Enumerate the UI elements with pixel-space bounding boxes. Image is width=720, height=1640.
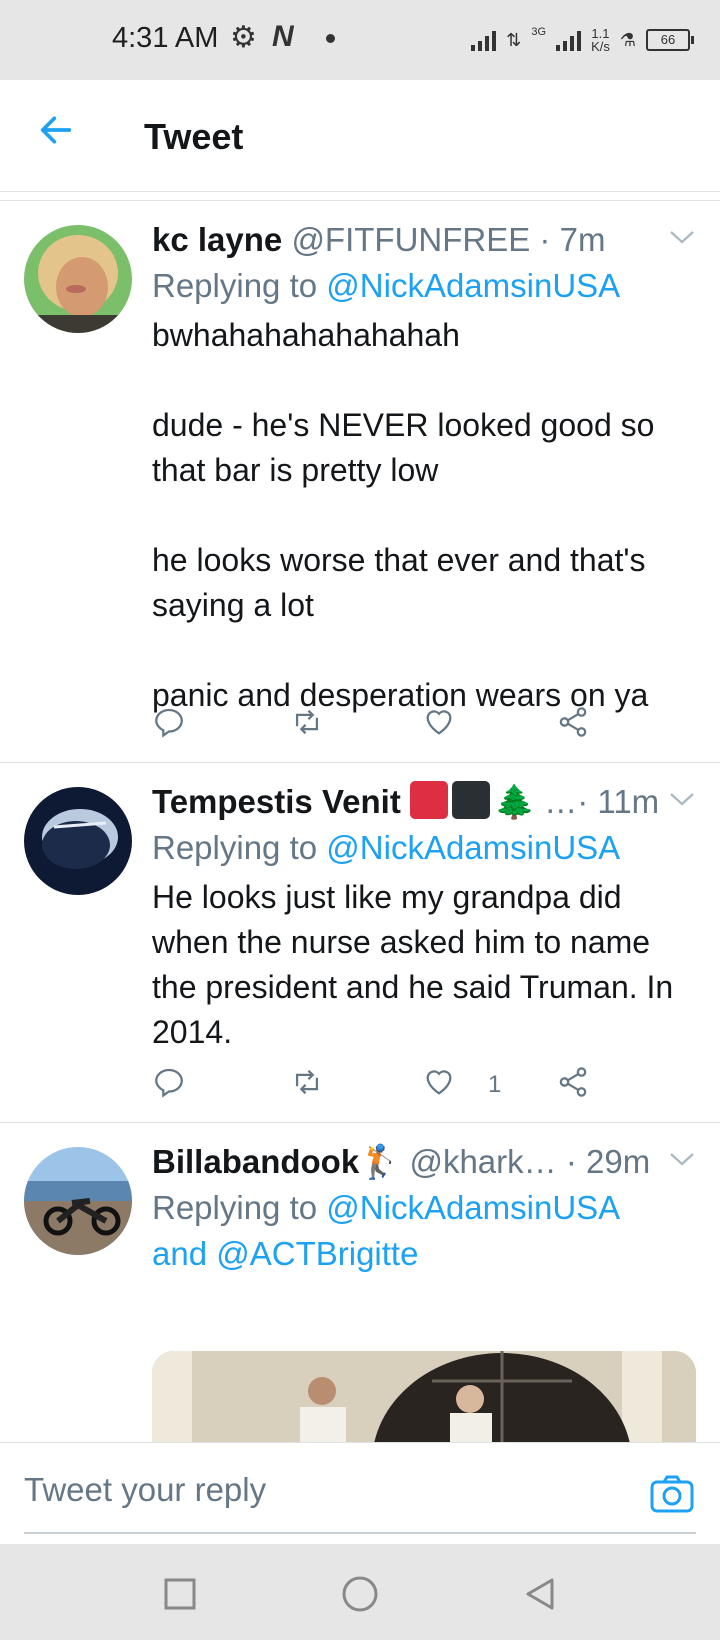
tweet-text: He looks just like my grandpa did when t…	[152, 879, 683, 1050]
tweet-time: 29m	[585, 1143, 651, 1180]
heart-icon[interactable]	[422, 705, 462, 745]
status-bar: 4:31 AM ⚙ N ⇅ 3G 1.1 K/s ⚗ 66	[0, 0, 720, 80]
app-header: Tweet	[0, 80, 720, 192]
circle-icon[interactable]	[340, 1574, 380, 1614]
tweet-text: bwhahahahahahahah dude - he's NEVER look…	[152, 317, 655, 713]
battery-icon: 66	[646, 29, 694, 51]
black-square-emoji	[451, 781, 490, 819]
status-right: ⇅ 3G 1.1 K/s ⚗ 66	[471, 20, 694, 60]
system-nav-bar	[0, 1544, 720, 1640]
tweet-body: kc layne @FITFUNFREE · 7m Replying to @N…	[152, 217, 686, 718]
tweet-media-image[interactable]	[152, 1351, 696, 1442]
and-label: and	[152, 1235, 208, 1272]
author-handle: @khark…	[409, 1143, 557, 1180]
author-handle: @FITFUNFREE	[291, 221, 531, 258]
replying-label: Replying to	[152, 829, 318, 866]
signal-2-icon	[556, 29, 582, 51]
camera-icon[interactable]	[650, 1475, 694, 1513]
mention-link-2[interactable]: @ACTBrigitte	[216, 1235, 418, 1272]
replying-to: Replying to @NickAdamsinUSA	[152, 825, 686, 871]
author-handle: …	[544, 783, 578, 820]
chevron-down-icon[interactable]	[668, 1149, 696, 1169]
golfer-emoji: 🏌	[359, 1143, 401, 1180]
signal-icon	[471, 29, 497, 51]
status-time: 4:31 AM	[112, 22, 219, 54]
tweet[interactable]: Billabandook🏌 @khark… · 29m Replying to …	[0, 1123, 720, 1442]
tweet[interactable]: kc layne @FITFUNFREE · 7m Replying to @N…	[0, 201, 720, 763]
tweet-actions	[152, 705, 632, 745]
tweet-header: kc layne @FITFUNFREE · 7m	[152, 217, 686, 263]
tweet[interactable]: Tempestis Venit 🌲 …· 11m Replying to @Ni…	[0, 763, 720, 1123]
retweet-icon[interactable]	[290, 705, 330, 745]
author-name[interactable]: Billabandook	[152, 1143, 359, 1180]
gear-icon: ⚙	[230, 21, 257, 54]
tweet-header: Billabandook🏌 @khark… · 29m	[152, 1139, 686, 1185]
flask-icon: ⚗	[619, 29, 636, 50]
network-type: 3G	[531, 26, 547, 38]
tweet-actions: 1	[152, 1065, 632, 1105]
network-speed: 1.1 K/s	[591, 27, 610, 53]
n-app-icon: N	[272, 20, 294, 53]
share-icon[interactable]	[556, 1065, 596, 1105]
tree-emoji: 🌲	[493, 783, 536, 820]
tweet-time: 7m	[559, 221, 606, 258]
separator: ·	[530, 221, 560, 258]
chevron-down-icon[interactable]	[668, 789, 696, 809]
input-underline	[24, 1532, 696, 1534]
retweet-icon[interactable]	[290, 1065, 330, 1105]
tweet-body: Tempestis Venit 🌲 …· 11m Replying to @Ni…	[152, 779, 686, 1055]
replying-to: Replying to @NickAdamsinUSA and @ACTBrig…	[152, 1185, 686, 1277]
mention-link[interactable]: @NickAdamsinUSA	[326, 267, 620, 304]
tweet-header: Tempestis Venit 🌲 …· 11m	[152, 779, 686, 825]
replying-label: Replying to	[152, 267, 318, 304]
replying-label: Replying to	[152, 1189, 318, 1226]
author-name[interactable]: Tempestis Venit	[152, 783, 401, 820]
tweet-time: 11m	[597, 783, 660, 820]
notification-dot-icon	[326, 34, 335, 43]
avatar[interactable]	[24, 1147, 132, 1255]
arrow-left-icon[interactable]	[36, 110, 76, 150]
separator: ·	[577, 783, 598, 820]
triangle-back-icon[interactable]	[520, 1574, 560, 1614]
share-icon[interactable]	[556, 705, 596, 745]
speed-unit: K/s	[591, 39, 610, 54]
mention-link[interactable]: @NickAdamsinUSA	[326, 829, 620, 866]
heart-icon[interactable]	[422, 1065, 462, 1105]
reply-icon[interactable]	[152, 705, 192, 745]
separator: ·	[556, 1143, 586, 1180]
square-icon[interactable]	[160, 1574, 200, 1614]
chevron-down-icon[interactable]	[668, 227, 696, 247]
data-transfer-icon: ⇅	[506, 29, 522, 50]
tweet-body: Billabandook🏌 @khark… · 29m Replying to …	[152, 1139, 686, 1277]
avatar[interactable]	[24, 225, 132, 333]
like-count: 1	[488, 1071, 502, 1098]
replying-to: Replying to @NickAdamsinUSA	[152, 263, 686, 309]
replies-feed[interactable]: kc layne @FITFUNFREE · 7m Replying to @N…	[0, 200, 720, 1442]
reply-composer: Tweet your reply	[0, 1442, 720, 1544]
red-square-emoji	[409, 781, 448, 819]
author-name[interactable]: kc layne	[152, 221, 282, 258]
reply-icon[interactable]	[152, 1065, 192, 1105]
reply-input[interactable]: Tweet your reply	[24, 1471, 266, 1509]
avatar[interactable]	[24, 787, 132, 895]
mention-link[interactable]: @NickAdamsinUSA	[326, 1189, 620, 1226]
page-title: Tweet	[144, 116, 244, 157]
